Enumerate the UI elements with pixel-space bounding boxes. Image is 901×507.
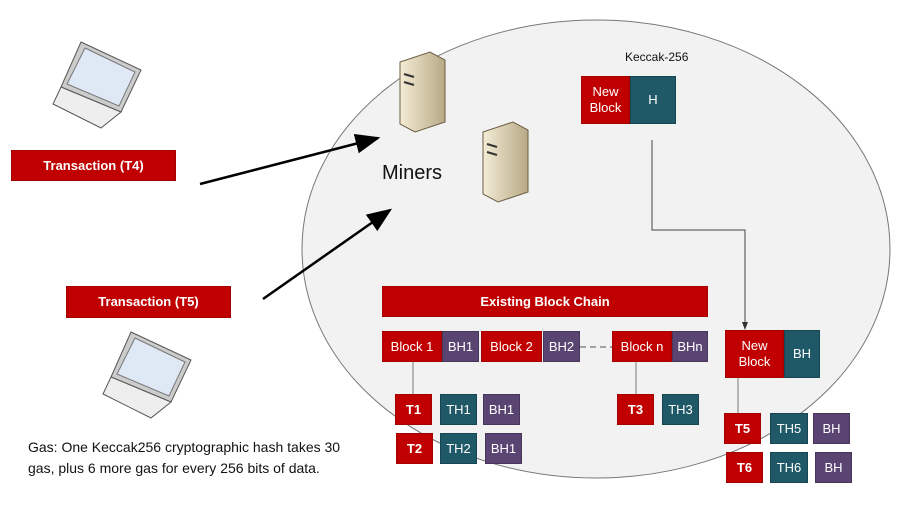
tx-t2: T2 — [396, 433, 433, 464]
tx-hash-th5: TH5 — [770, 413, 808, 444]
tx-block-hash: BH1 — [485, 433, 522, 464]
server-icon — [482, 121, 529, 203]
tx-hash-th6: TH6 — [770, 452, 808, 483]
server-icon — [399, 51, 446, 133]
tx-hash-th3: TH3 — [662, 394, 699, 425]
blockchain-diagram: Transaction (T4) Transaction (T5) Miners… — [0, 0, 901, 507]
diagram-lines — [52, 19, 891, 479]
tx-block-hash: BH — [815, 452, 852, 483]
block-2: Block 2 — [481, 331, 542, 362]
new-block-bottom: New Block — [725, 330, 784, 378]
keccak-label: Keccak-256 — [625, 50, 689, 64]
laptop-icon — [52, 41, 142, 129]
tx-t6: T6 — [726, 452, 763, 483]
tx-t1: T1 — [395, 394, 432, 425]
block-1: Block 1 — [382, 331, 442, 362]
laptop-icon — [102, 331, 192, 419]
transaction-t4: Transaction (T4) — [11, 150, 176, 181]
tx-block-hash: BH1 — [483, 394, 520, 425]
new-block-bottom-hash: BH — [784, 330, 820, 378]
tx-t5: T5 — [724, 413, 761, 444]
block-n: Block n — [612, 331, 672, 362]
new-block-hash: H — [630, 76, 676, 124]
tx-hash-th1: TH1 — [440, 394, 477, 425]
miners-label: Miners — [382, 162, 443, 184]
block-hash-1: BH1 — [442, 331, 479, 362]
tx-hash-th2: TH2 — [440, 433, 477, 464]
block-hash-2: BH2 — [543, 331, 580, 362]
gas-note: Gas: One Keccak256 cryptographic hash ta… — [28, 439, 341, 476]
transaction-t5: Transaction (T5) — [66, 286, 231, 318]
chain-title: Existing Block Chain — [382, 286, 708, 317]
tx-block-hash: BH — [813, 413, 850, 444]
new-block-top: New Block — [581, 76, 630, 124]
block-hash-n: BHn — [672, 331, 708, 362]
tx-t3: T3 — [617, 394, 654, 425]
